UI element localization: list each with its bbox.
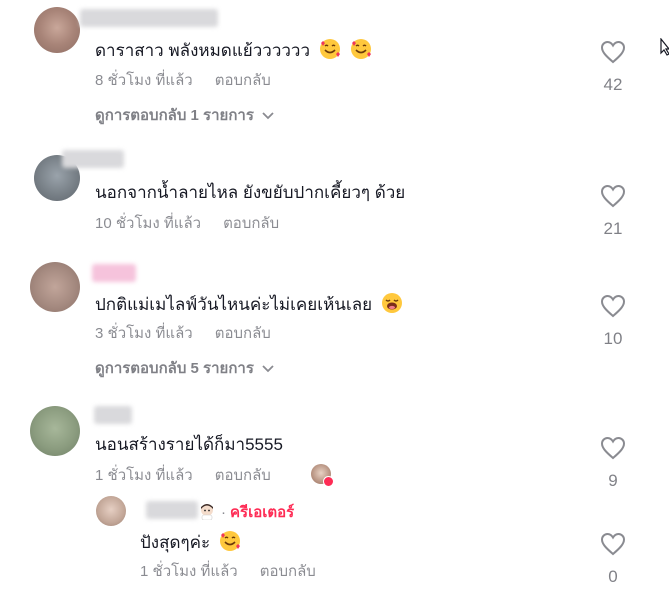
creator-liked-heart-icon [323, 476, 334, 487]
like-count: 0 [608, 567, 618, 586]
reply-button[interactable]: ตอบกลับ [215, 325, 271, 342]
heart-icon[interactable] [593, 40, 633, 69]
reply-avatar[interactable] [96, 496, 126, 526]
comment-time: 1 ชั่วโมง ที่แล้ว [95, 467, 193, 484]
comment-text-content: ดาราสาว พลังหมดแย้วววววว [95, 41, 311, 60]
comment-username[interactable] [92, 264, 136, 282]
like-column: 42 [593, 40, 633, 95]
like-column: 0 [593, 532, 633, 587]
reply-button[interactable]: ตอบกลับ [215, 467, 271, 484]
comment-text: ปกติแม่เมไลฟ์วันไหนค่ะไม่เคยเห้นเลย [95, 292, 403, 320]
comment-text: นอนสร้างรายได้ก็มา5555 [95, 434, 283, 456]
heart-icon[interactable] [593, 436, 633, 465]
smiling-face-with-hearts-emoji [350, 38, 372, 66]
comment-meta: 10 ชั่วโมง ที่แล้ว ตอบกลับ [95, 214, 279, 234]
like-column: 9 [593, 436, 633, 491]
smiling-face-with-hearts-emoji [319, 38, 341, 66]
comment-avatar[interactable] [34, 7, 80, 53]
comment-text: นอกจากน้ำลายไหล ยังขยับปากเคี้ยวๆ ด้วย [95, 182, 405, 204]
view-replies-label: ดูการตอบกลับ 1 รายการ [95, 107, 254, 124]
comment-text-content: นอกจากน้ำลายไหล ยังขยับปากเคี้ยวๆ ด้วย [95, 183, 406, 202]
view-replies-button[interactable]: ดูการตอบกลับ 1 รายการ [95, 106, 274, 126]
reply-button[interactable]: ตอบกลับ [260, 563, 316, 580]
separator-dot: · [221, 504, 226, 521]
view-replies-label: ดูการตอบกลับ 5 รายการ [95, 360, 254, 377]
like-column: 21 [593, 184, 633, 239]
like-count: 21 [603, 219, 623, 238]
comment-avatar[interactable] [30, 262, 80, 312]
comment-text: ดาราสาว พลังหมดแย้วววววว [95, 38, 372, 66]
reply-button[interactable]: ตอบกลับ [223, 215, 279, 232]
reply-text: ปังสุดๆค่ะ [140, 530, 241, 558]
chevron-down-icon [262, 106, 274, 126]
reply-text-content: ปังสุดๆค่ะ [140, 533, 211, 552]
heart-icon[interactable] [593, 294, 633, 323]
like-column: 10 [593, 294, 633, 349]
comment-time: 10 ชั่วโมง ที่แล้ว [95, 215, 202, 232]
like-count: 42 [603, 75, 623, 94]
comment-meta: 3 ชั่วโมง ที่แล้ว ตอบกลับ [95, 324, 271, 344]
heart-icon[interactable] [593, 184, 633, 213]
heart-icon[interactable] [593, 532, 633, 561]
like-count: 9 [608, 471, 618, 490]
reply-button[interactable]: ตอบกลับ [215, 72, 271, 89]
comment-meta: 8 ชั่วโมง ที่แล้ว ตอบกลับ [95, 71, 271, 91]
comment-username[interactable] [94, 406, 132, 424]
smiling-face-with-hearts-emoji [219, 530, 241, 558]
reply-time: 1 ชั่วโมง ที่แล้ว [140, 563, 238, 580]
reply-meta: 1 ชั่วโมง ที่แล้ว ตอบกลับ [140, 562, 316, 582]
comment-meta: 1 ชั่วโมง ที่แล้ว ตอบกลับ [95, 466, 271, 486]
creator-sticker-icon [198, 502, 216, 525]
cursor-icon [660, 37, 669, 61]
reply-username[interactable] [146, 501, 198, 519]
comment-avatar[interactable] [30, 406, 80, 456]
like-count: 10 [603, 329, 623, 348]
view-replies-button[interactable]: ดูการตอบกลับ 5 รายการ [95, 359, 274, 379]
drooling-face-emoji [381, 292, 403, 320]
comment-text-content: นอนสร้างรายได้ก็มา5555 [95, 435, 283, 454]
comment-time: 3 ชั่วโมง ที่แล้ว [95, 325, 193, 342]
creator-label: · ครีเอเตอร์ [221, 503, 294, 523]
comment-time: 8 ชั่วโมง ที่แล้ว [95, 72, 193, 89]
creator-label-text: ครีเอเตอร์ [230, 504, 295, 521]
chevron-down-icon [262, 359, 274, 379]
comment-text-content: ปกติแม่เมไลฟ์วันไหนค่ะไม่เคยเห้นเลย [95, 295, 373, 314]
comment-username[interactable] [80, 9, 218, 27]
comment-username[interactable] [62, 150, 124, 168]
comments-panel: ดาราสาว พลังหมดแย้วววววว 8 ชั่วโมง ที่แล… [0, 0, 669, 597]
